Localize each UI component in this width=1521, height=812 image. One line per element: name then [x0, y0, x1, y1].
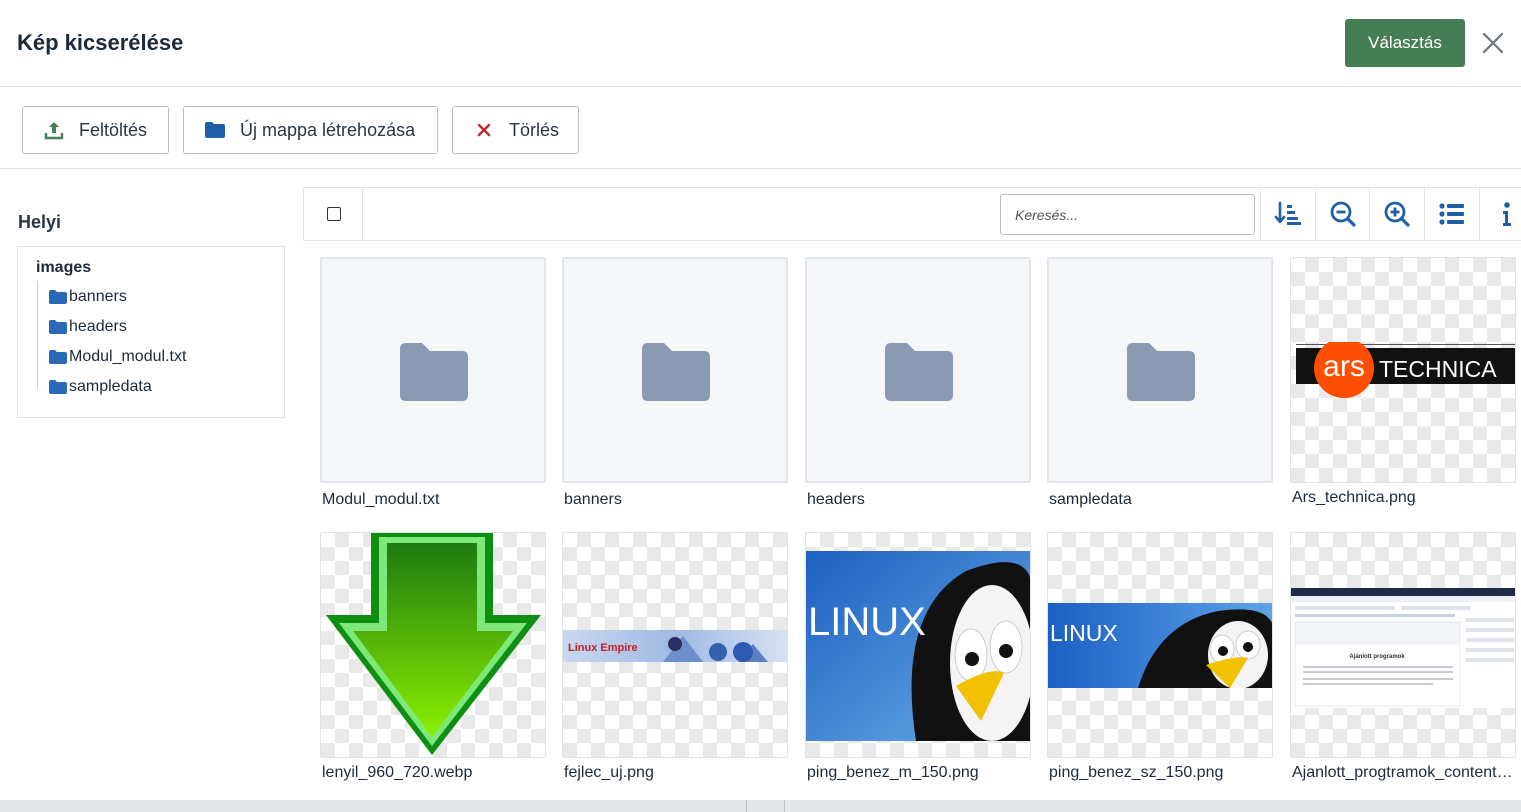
folder-icon: [49, 350, 67, 364]
linux-penguin-image: LINUX: [806, 551, 1030, 741]
tree-item-modul[interactable]: Modul_modul.txt: [49, 346, 186, 368]
folder-thumbnail[interactable]: [805, 257, 1031, 483]
image-thumbnail[interactable]: Linux Empire: [562, 532, 788, 758]
folder-icon: [642, 343, 710, 401]
linux-text: LINUX: [808, 600, 926, 644]
linux-penguin-image: LINUX: [1048, 603, 1272, 688]
tree-item-label: Modul_modul.txt: [69, 348, 187, 365]
select-all-checkbox[interactable]: [327, 207, 341, 221]
folder-tree: images banners headers Modul_modul.txt s…: [17, 246, 285, 418]
item-name: headers: [807, 491, 865, 508]
tree-item-headers[interactable]: headers: [49, 316, 127, 338]
logo-text-ars: ars: [1323, 350, 1365, 383]
folder-icon: [49, 290, 67, 304]
sidebar-title: Helyi: [18, 212, 62, 232]
modal-title: Kép kicserélése: [17, 30, 184, 55]
browser-toolbar: [303, 187, 1521, 241]
tree-item-banners[interactable]: banners: [49, 286, 127, 308]
folder-thumbnail[interactable]: [1047, 257, 1273, 483]
list-view-icon[interactable]: [1424, 188, 1478, 240]
image-thumbnail[interactable]: ars TECHNICA: [1290, 257, 1516, 483]
item-name: banners: [564, 491, 622, 508]
ars-technica-logo: ars TECHNICA: [1296, 342, 1515, 398]
upload-icon: [43, 119, 65, 141]
linux-empire-banner: Linux Empire: [563, 630, 787, 662]
image-replace-modal: Kép kicserélése Választás Feltöltés Új m…: [0, 0, 1521, 800]
sort-icon[interactable]: [1260, 188, 1314, 240]
media-toolbar: Feltöltés Új mappa létrehozása Törlés: [0, 87, 1521, 169]
search-input[interactable]: [1000, 194, 1255, 235]
tree-item-label: headers: [69, 318, 127, 335]
new-folder-button[interactable]: Új mappa létrehozása: [183, 106, 438, 154]
item-name: Modul_modul.txt: [322, 491, 440, 508]
close-icon: [473, 119, 495, 141]
item-name: Ajanlott_progtramok_content.png: [1292, 764, 1514, 781]
select-button[interactable]: Választás: [1345, 19, 1465, 67]
logo-text-technica: TECHNICA: [1379, 356, 1497, 382]
item-name: sampledata: [1049, 491, 1132, 508]
delete-label: Törlés: [509, 119, 560, 140]
page-background: [0, 800, 1521, 812]
image-thumbnail[interactable]: Ajánlott programok: [1290, 532, 1516, 758]
item-name: fejlec_uj.png: [564, 764, 654, 781]
tree-line: [37, 281, 38, 389]
folder-icon: [1127, 343, 1195, 401]
tree-item-label: sampledata: [69, 378, 152, 395]
banner-text: Linux Empire: [568, 642, 638, 654]
divider: [362, 188, 363, 240]
image-thumbnail[interactable]: LINUX: [805, 532, 1031, 758]
image-thumbnail[interactable]: LINUX: [1047, 532, 1273, 758]
image-thumbnail[interactable]: [320, 532, 546, 758]
upload-button[interactable]: Feltöltés: [22, 106, 169, 154]
folder-icon: [885, 343, 953, 401]
item-name: lenyil_960_720.webp: [322, 764, 473, 781]
linux-text: LINUX: [1050, 620, 1118, 646]
delete-button[interactable]: Törlés: [452, 106, 579, 154]
folder-thumbnail[interactable]: [320, 257, 546, 483]
close-icon[interactable]: [1478, 28, 1508, 58]
zoom-out-icon[interactable]: [1315, 188, 1369, 240]
item-name: ping_benez_sz_150.png: [1049, 764, 1224, 781]
editor-heading-text: Ajánlott programok: [1349, 654, 1405, 660]
info-icon[interactable]: [1479, 188, 1521, 240]
arrow-down-icon: [326, 533, 541, 755]
modal-header: Kép kicserélése Választás: [0, 0, 1521, 87]
folder-thumbnail[interactable]: [562, 257, 788, 483]
new-folder-label: Új mappa létrehozása: [240, 119, 416, 140]
editor-screenshot-image: Ajánlott programok: [1291, 588, 1515, 708]
item-name: Ars_technica.png: [1292, 489, 1416, 506]
zoom-in-icon[interactable]: [1369, 188, 1423, 240]
folder-icon: [400, 343, 468, 401]
upload-label: Feltöltés: [79, 119, 148, 140]
folder-icon: [49, 380, 67, 394]
tree-root-images[interactable]: images: [36, 259, 91, 277]
folder-icon: [49, 320, 67, 334]
tree-item-sampledata[interactable]: sampledata: [49, 376, 152, 398]
tree-item-label: banners: [69, 288, 127, 305]
folder-icon: [204, 119, 226, 141]
item-name: ping_benez_m_150.png: [807, 764, 979, 781]
